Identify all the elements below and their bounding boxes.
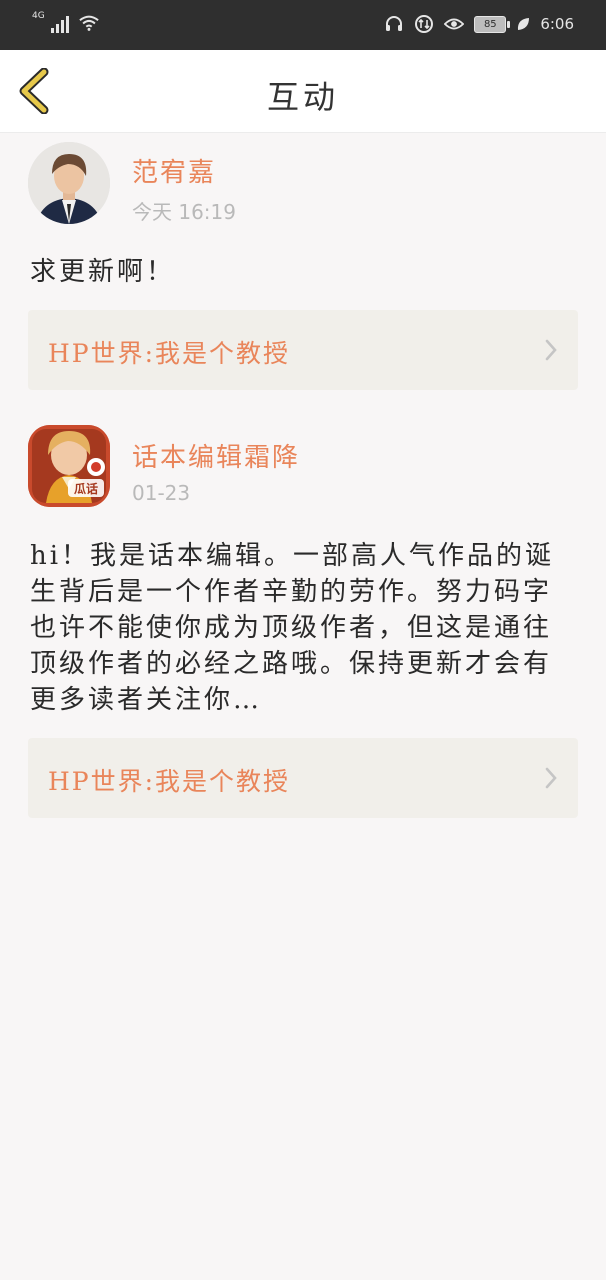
book-title: HP世界:我是个教授 xyxy=(48,339,291,368)
page-title: 互动 xyxy=(266,78,339,116)
avatar-badge-text: 瓜话 xyxy=(73,482,98,496)
leaf-icon xyxy=(516,14,530,34)
post-content: hi！我是话本编辑。一部高人气作品的诞生背后是一个作者辛勤的劳作。努力码字也许不… xyxy=(30,541,555,715)
eye-comfort-icon xyxy=(444,14,465,34)
book-link-card[interactable]: HP世界:我是个教授 xyxy=(28,738,578,818)
clock: 6:06 xyxy=(540,15,574,33)
avatar[interactable]: 瓜话 xyxy=(28,425,110,507)
book-link-card[interactable]: HP世界:我是个教授 xyxy=(28,310,578,390)
status-bar: 4G 85 6:06 xyxy=(0,0,606,50)
signal-icon xyxy=(50,15,69,33)
headset-icon xyxy=(384,14,404,34)
post-item: 范宥嘉 今天 16:19 求更新啊！ HP世界:我是个教授 xyxy=(0,132,606,402)
wifi-icon xyxy=(78,13,99,33)
avatar[interactable] xyxy=(28,142,110,224)
status-right: 85 6:06 xyxy=(384,14,574,34)
post-time: 今天 16:19 xyxy=(132,200,236,224)
book-title: HP世界:我是个教授 xyxy=(48,767,291,796)
network-type: 4G xyxy=(32,11,45,21)
post-item: 瓜话 话本编辑霜降 01-23 hi！我是话本编辑。一部高人气作品的诞生背后是一… xyxy=(0,425,606,825)
author-name[interactable]: 范宥嘉 xyxy=(132,152,216,189)
top-nav-bar: 互动 xyxy=(0,50,606,133)
post-time: 01-23 xyxy=(132,481,191,505)
chevron-right-icon xyxy=(545,767,557,789)
chevron-right-icon xyxy=(545,339,557,361)
battery-icon: 85 xyxy=(474,15,511,33)
data-saver-icon xyxy=(414,14,434,34)
status-left: 4G xyxy=(32,12,99,33)
author-name[interactable]: 话本编辑霜降 xyxy=(132,437,300,474)
post-content: 求更新啊！ xyxy=(30,257,176,287)
